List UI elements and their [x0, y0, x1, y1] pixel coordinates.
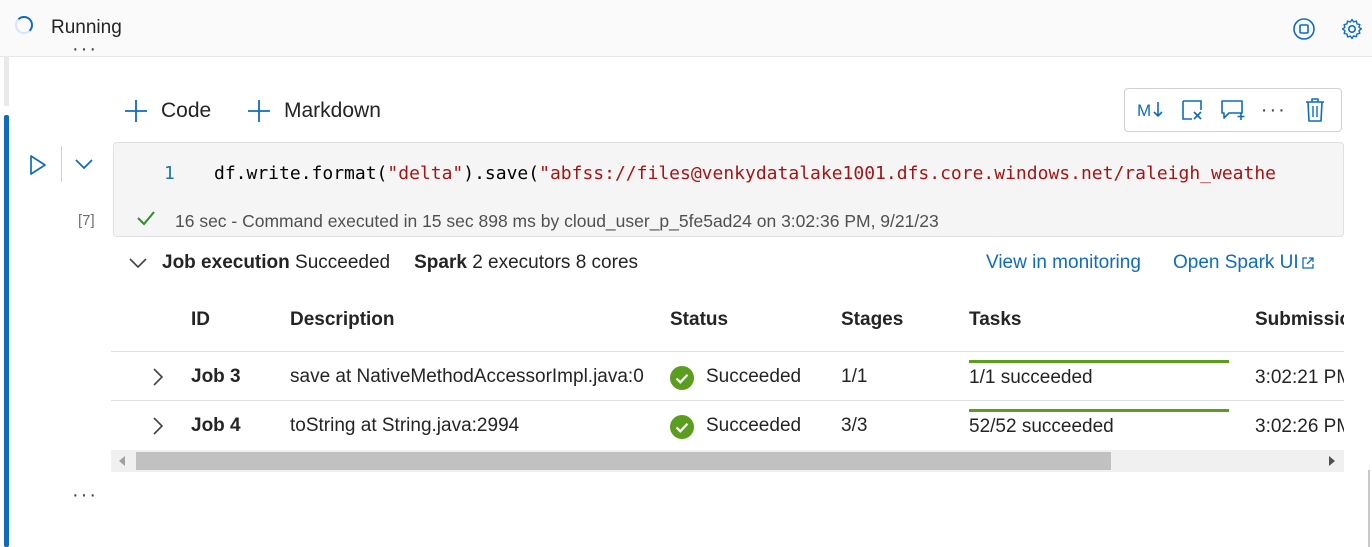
- run-icon[interactable]: [28, 154, 48, 176]
- line-number: 1: [164, 163, 175, 184]
- column-header-stages[interactable]: Stages: [841, 309, 903, 331]
- gear-icon[interactable]: [1340, 17, 1364, 41]
- markdown-toggle-icon[interactable]: M: [1136, 95, 1166, 125]
- job-execution-status: Succeeded: [295, 252, 391, 273]
- chevron-down-icon[interactable]: [74, 154, 94, 174]
- job-id: Job 3: [191, 366, 241, 387]
- execution-info: 16 sec - Command executed in 15 sec 898 …: [175, 211, 939, 231]
- divider: [61, 146, 62, 182]
- job-id: Job 4: [191, 415, 241, 436]
- job-status: Succeeded: [706, 415, 802, 436]
- spinner-icon: [15, 16, 33, 34]
- status-bar: Running: [0, 0, 1372, 57]
- add-code-label: Code: [161, 99, 212, 122]
- more-icon[interactable]: ···: [1259, 95, 1289, 125]
- job-tasks: 1/1 succeeded: [969, 367, 1093, 388]
- add-code-button[interactable]: Code: [123, 94, 211, 128]
- column-header-tasks[interactable]: Tasks: [969, 309, 1021, 331]
- cell-toolbar: M ···: [1124, 88, 1342, 132]
- code-prefix: df.write.format(: [214, 163, 388, 184]
- svg-text:M: M: [1137, 101, 1151, 120]
- job-stages: 1/1: [841, 366, 868, 387]
- scroll-left-icon[interactable]: [118, 456, 126, 466]
- plus-icon: [248, 100, 270, 122]
- code-line[interactable]: df.write.format("delta").save("abfss://f…: [214, 163, 1276, 184]
- code-middle: ).save(: [463, 163, 540, 184]
- check-icon: [137, 211, 155, 226]
- job-status: Succeeded: [706, 366, 802, 387]
- tasks-progress-bar: [969, 409, 1229, 412]
- status-label: Running: [51, 17, 122, 38]
- spark-label: Spark: [414, 252, 467, 273]
- page-scrollbar[interactable]: [1368, 470, 1370, 547]
- job-submitted: 3:02:26 PM: [1255, 416, 1344, 437]
- scroll-right-icon[interactable]: [1328, 456, 1336, 466]
- spark-info: 2 executors 8 cores: [472, 252, 639, 273]
- external-link-icon: [1302, 257, 1314, 269]
- open-spark-ui-link[interactable]: Open Spark UI: [1173, 252, 1315, 274]
- cell-more-icon[interactable]: ···: [72, 484, 98, 507]
- job-tasks: 52/52 succeeded: [969, 416, 1114, 437]
- chevron-down-icon[interactable]: [128, 256, 148, 270]
- code-string: "delta": [387, 163, 464, 184]
- job-execution-label: Job execution: [162, 252, 290, 273]
- code-editor[interactable]: 1 df.write.format("delta").save("abfss:/…: [113, 142, 1344, 237]
- tasks-progress-bar: [969, 360, 1229, 363]
- job-execution-summary: Job execution Succeeded Spark 2 executor…: [128, 252, 638, 274]
- horizontal-scrollbar[interactable]: [111, 450, 1344, 472]
- stop-icon[interactable]: [1292, 17, 1316, 41]
- job-description-link[interactable]: toString at String.java:2994: [290, 415, 519, 437]
- column-header-description[interactable]: Description: [290, 309, 395, 331]
- execution-count: [7]: [78, 212, 95, 229]
- code-string: "abfss://files@venkydatalake1001.dfs.cor…: [539, 163, 1277, 184]
- previous-cell-bar: [4, 56, 9, 106]
- check-icon: [670, 366, 694, 390]
- table-row[interactable]: Job 4 toString at String.java:2994 Succe…: [0, 401, 1344, 449]
- job-description-link[interactable]: save at NativeMethodAccessorImpl.java:0: [290, 366, 644, 388]
- column-header-id[interactable]: ID: [191, 309, 210, 331]
- plus-icon: [125, 100, 147, 122]
- table-row[interactable]: Job 3 save at NativeMethodAccessorImpl.j…: [0, 352, 1344, 400]
- job-submitted: 3:02:21 PM: [1255, 367, 1344, 388]
- job-stages: 3/3: [841, 415, 868, 436]
- comment-icon[interactable]: [1218, 95, 1248, 125]
- delete-icon[interactable]: [1300, 95, 1330, 125]
- column-header-status[interactable]: Status: [670, 309, 728, 331]
- scrollbar-thumb[interactable]: [136, 452, 1111, 470]
- column-header-submission[interactable]: Submissio: [1255, 309, 1344, 331]
- chevron-right-icon[interactable]: [152, 416, 164, 436]
- active-cell-indicator: [4, 115, 9, 547]
- check-icon: [670, 415, 694, 439]
- previous-cell-more-icon[interactable]: ···: [72, 38, 98, 61]
- add-markdown-label: Markdown: [284, 99, 381, 122]
- add-markdown-button[interactable]: Markdown: [246, 94, 381, 128]
- open-spark-ui-label: Open Spark UI: [1173, 252, 1299, 273]
- chevron-right-icon[interactable]: [152, 367, 164, 387]
- clear-output-icon[interactable]: [1177, 95, 1207, 125]
- view-in-monitoring-link[interactable]: View in monitoring: [986, 252, 1141, 274]
